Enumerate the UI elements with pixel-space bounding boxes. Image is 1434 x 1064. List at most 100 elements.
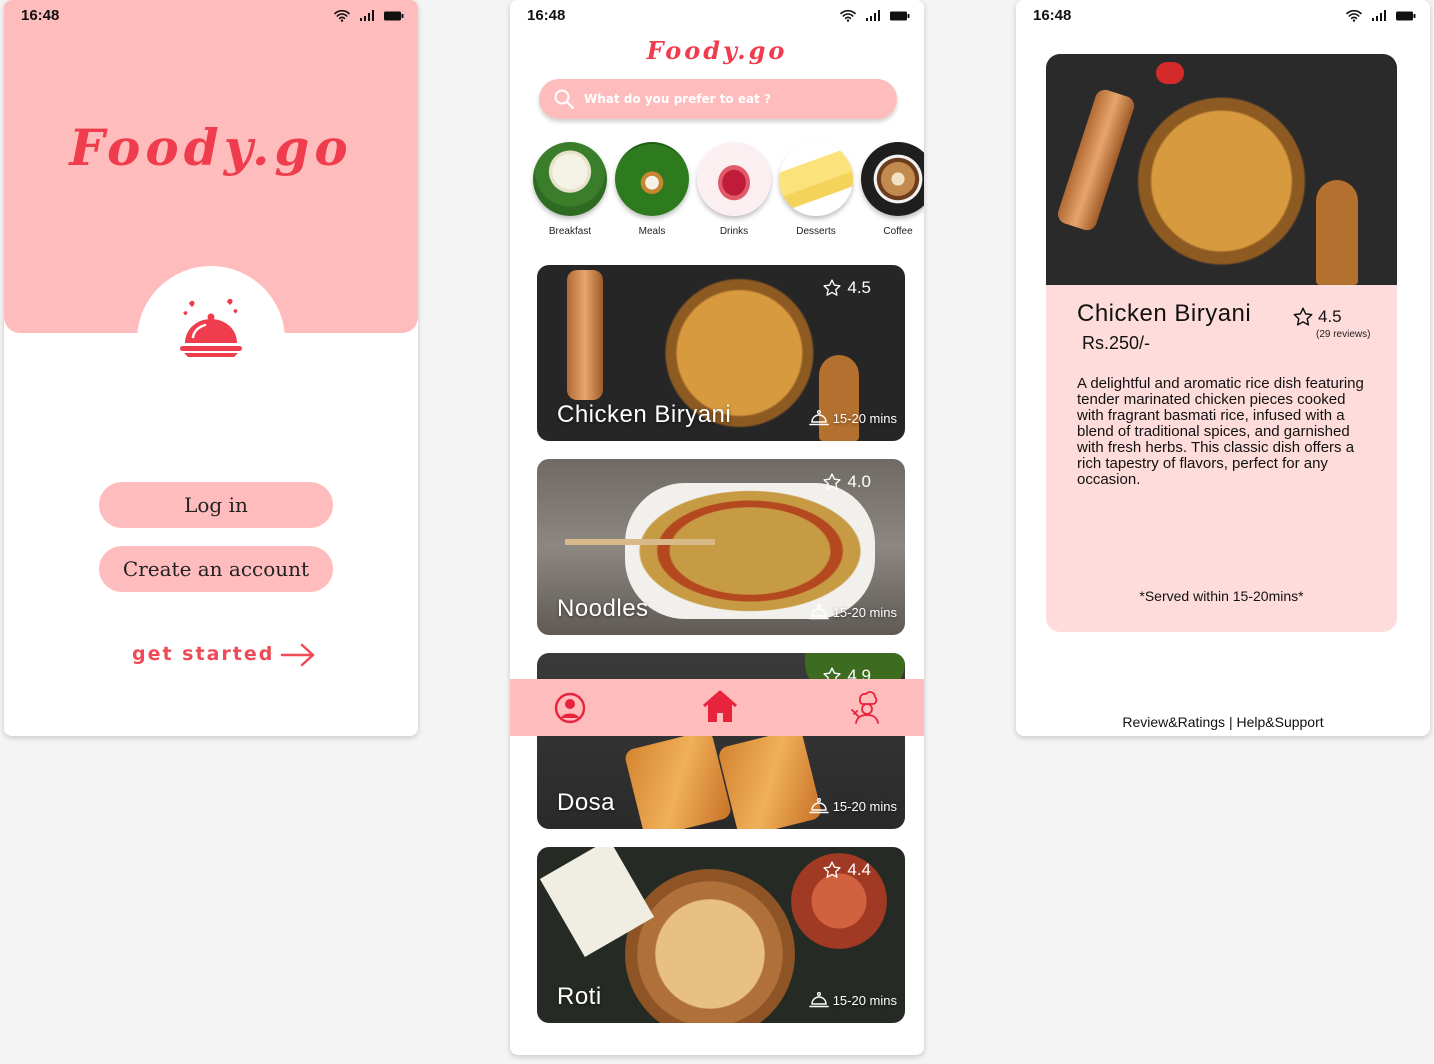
dish-card-noodles[interactable]: 4.0 Noodles 15-20 mins (537, 459, 905, 635)
dish-name: Noodles (557, 595, 649, 622)
battery-icon (890, 11, 910, 20)
dish-time: 15-20 mins (808, 797, 897, 815)
wifi-icon (840, 9, 856, 22)
search-input[interactable] (584, 89, 874, 109)
cloche-small-icon (808, 991, 829, 1008)
dish-description: A delightful and aromatic rice dish feat… (1077, 375, 1364, 488)
roti-plate-image (625, 869, 795, 1023)
dish-name: Roti (557, 983, 602, 1010)
category-coffee[interactable]: Coffee (858, 142, 924, 237)
signal-icon (1372, 10, 1386, 21)
time-value: 15-20 mins (832, 604, 897, 620)
status-icons (334, 9, 404, 22)
tomato-image (1156, 62, 1184, 84)
category-desserts[interactable]: Desserts (776, 142, 856, 237)
pepper-mill-image (567, 270, 603, 400)
dish-detail-card: Chicken Biryani Rs.250/- 4.5 (29 reviews… (1046, 54, 1397, 632)
signal-icon (866, 10, 880, 21)
status-bar: 16:48 (4, 0, 418, 32)
login-button[interactable]: Log in (99, 482, 333, 528)
welcome-screen: 16:48 Foody.go Log in Create an account … (4, 0, 418, 736)
brand-logo: Foody.go (646, 36, 788, 65)
dish-name: Dosa (557, 789, 616, 816)
time-value: 15-20 mins (832, 992, 897, 1008)
cloche-small-icon (808, 797, 829, 814)
chef-icon[interactable] (850, 690, 884, 724)
spoon-image (1316, 180, 1358, 285)
dish-price: Rs.250/- (1082, 333, 1151, 353)
dish-card-chicken-biryani[interactable]: 4.5 Chicken Biryani 15-20 mins (537, 265, 905, 441)
wifi-icon (1346, 9, 1362, 22)
dish-time: 15-20 mins (808, 991, 897, 1009)
search-icon (554, 89, 575, 110)
star-icon (1293, 307, 1313, 326)
get-started-label: get started (132, 643, 275, 665)
time-value: 15-20 mins (832, 410, 897, 426)
brand-logo: Foody.go (69, 118, 353, 177)
category-label: Coffee (883, 226, 913, 237)
detail-screen: 16:48 Chicken Biryani Rs.250/- 4.5 (29 r… (1016, 0, 1430, 736)
dosa-image-2 (717, 727, 823, 829)
status-time: 16:48 (1033, 7, 1072, 24)
signal-icon (360, 10, 374, 21)
noodles-bowl-image (625, 483, 875, 619)
star-icon (823, 861, 841, 878)
dish-time: 15-20 mins (808, 603, 897, 621)
category-label: Breakfast (548, 226, 592, 237)
category-label: Drinks (719, 226, 749, 237)
status-time: 16:48 (21, 7, 60, 24)
category-meals[interactable]: Meals (612, 142, 692, 237)
dish-rating: 4.0 (822, 472, 871, 492)
serving-time: *Served within 15-20mins* (1139, 588, 1304, 604)
category-image (615, 142, 689, 216)
dish-rating: 4.4 (822, 860, 871, 880)
time-value: 15-20 mins (832, 798, 897, 814)
search-bar[interactable] (539, 79, 897, 119)
category-breakfast[interactable]: Breakfast (530, 142, 610, 237)
cloche-small-icon (808, 603, 829, 620)
arrow-right-icon (281, 643, 315, 667)
pepper-mill-image (1055, 87, 1137, 233)
category-label: Meals (638, 226, 666, 237)
category-image (779, 142, 853, 216)
category-image (861, 142, 924, 216)
footer-links[interactable]: Review&Ratings | Help&Support (1016, 714, 1430, 730)
status-time: 16:48 (527, 7, 566, 24)
category-image (533, 142, 607, 216)
home-screen: 16:48 Foody.go Breakfast Meals Drinks De… (510, 0, 924, 1055)
rating-value: 4.5 (1318, 307, 1342, 326)
create-account-button[interactable]: Create an account (99, 546, 333, 592)
battery-icon (1396, 11, 1416, 20)
home-icon[interactable] (702, 690, 738, 724)
status-icons (1346, 9, 1416, 22)
dish-rating: 4.5 (822, 278, 871, 298)
cloche-small-icon (808, 409, 829, 426)
star-icon (823, 473, 841, 490)
rating-value: 4.0 (847, 472, 871, 491)
dish-title: Chicken Biryani (1077, 300, 1252, 327)
dish-time: 15-20 mins (808, 409, 897, 427)
status-bar: 16:48 (1016, 0, 1430, 32)
dish-detail-image (1046, 54, 1397, 285)
star-icon (823, 279, 841, 296)
get-started-link[interactable]: get started (132, 641, 316, 667)
battery-icon (384, 11, 404, 20)
bottom-nav (510, 679, 924, 736)
profile-icon[interactable] (554, 690, 586, 724)
rating-value: 4.4 (847, 860, 871, 879)
status-icons (840, 9, 910, 22)
dish-rating: 4.5 (1292, 306, 1342, 328)
rating-value: 4.5 (847, 278, 871, 297)
category-image (697, 142, 771, 216)
dish-card-roti[interactable]: 4.4 Roti 15-20 mins (537, 847, 905, 1023)
category-drinks[interactable]: Drinks (694, 142, 774, 237)
cloche-icon (180, 298, 242, 357)
review-count: (29 reviews) (1316, 329, 1371, 340)
category-row: Breakfast Meals Drinks Desserts Coffee (510, 142, 924, 242)
chopsticks-image (565, 539, 715, 545)
dish-name: Chicken Biryani (557, 401, 732, 428)
wifi-icon (334, 9, 350, 22)
category-label: Desserts (796, 226, 836, 237)
status-bar: 16:48 (510, 0, 924, 32)
spoon-image (819, 355, 859, 441)
